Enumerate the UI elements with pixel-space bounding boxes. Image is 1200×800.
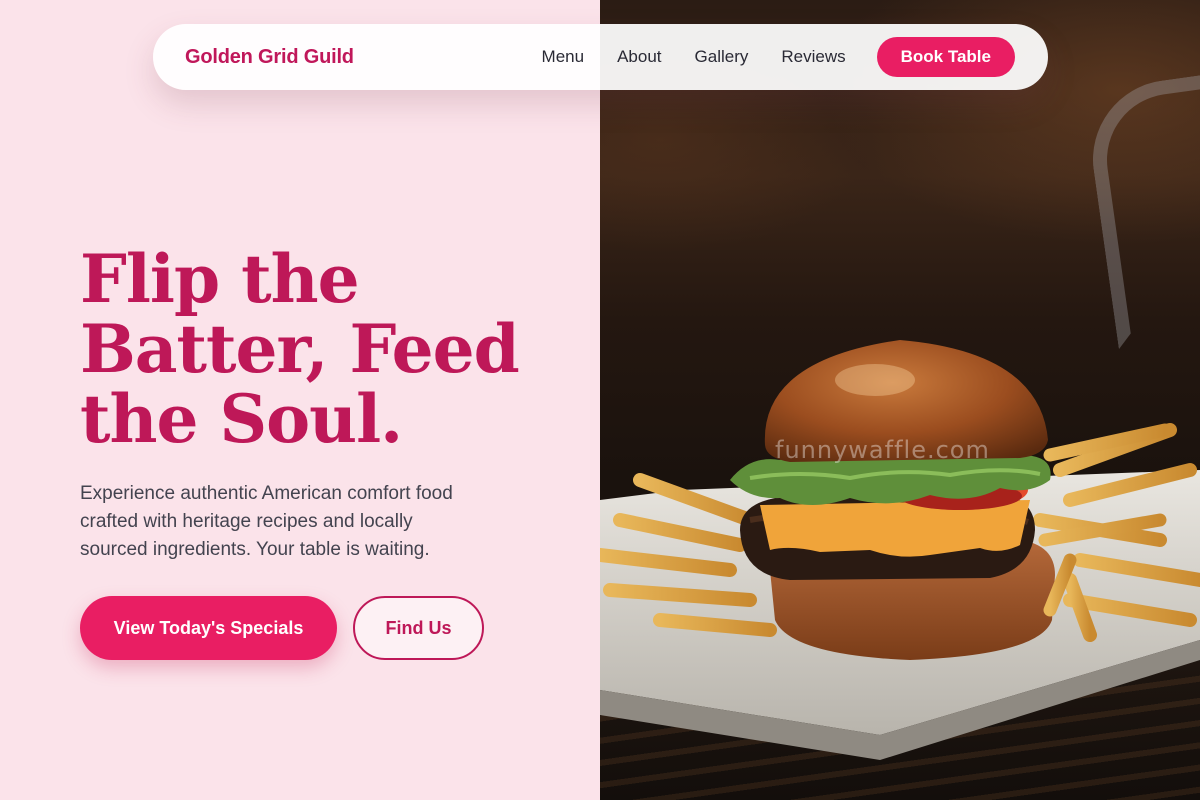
hero-description-line-1: Experience authentic American comfort fo… xyxy=(80,483,453,504)
nav-link-about[interactable]: About xyxy=(617,47,661,67)
view-specials-button[interactable]: View Today's Specials xyxy=(80,596,337,660)
watermark-text: funnywaffle.com xyxy=(775,436,990,464)
hero-description-line-2: crafted with heritage recipes and locall… xyxy=(80,511,413,532)
nav-link-reviews[interactable]: Reviews xyxy=(781,47,845,67)
nav-links: Menu About Gallery Reviews Book Table xyxy=(542,37,1015,77)
hero-headline-line-3: the Soul. xyxy=(80,380,403,458)
hero-description: Experience authentic American comfort fo… xyxy=(80,480,530,564)
hero-headline-line-1: Flip the xyxy=(80,240,360,318)
top-navbar: Golden Grid Guild Menu About Gallery Rev… xyxy=(153,24,1048,90)
book-table-button[interactable]: Book Table xyxy=(876,37,1015,77)
hero-description-line-3: sourced ingredients. Your table is waiti… xyxy=(80,539,430,560)
hero-headline-line-2: Batter, Feed xyxy=(80,310,520,388)
nav-link-menu[interactable]: Menu xyxy=(542,47,585,67)
hero-photo-burger xyxy=(600,0,1200,800)
brand-logo-text[interactable]: Golden Grid Guild xyxy=(185,46,354,69)
nav-link-gallery[interactable]: Gallery xyxy=(695,47,749,67)
find-us-button[interactable]: Find Us xyxy=(353,596,484,660)
burger-illustration xyxy=(600,340,1200,760)
hero-headline: Flip the Batter, Feed the Soul. xyxy=(80,244,580,454)
